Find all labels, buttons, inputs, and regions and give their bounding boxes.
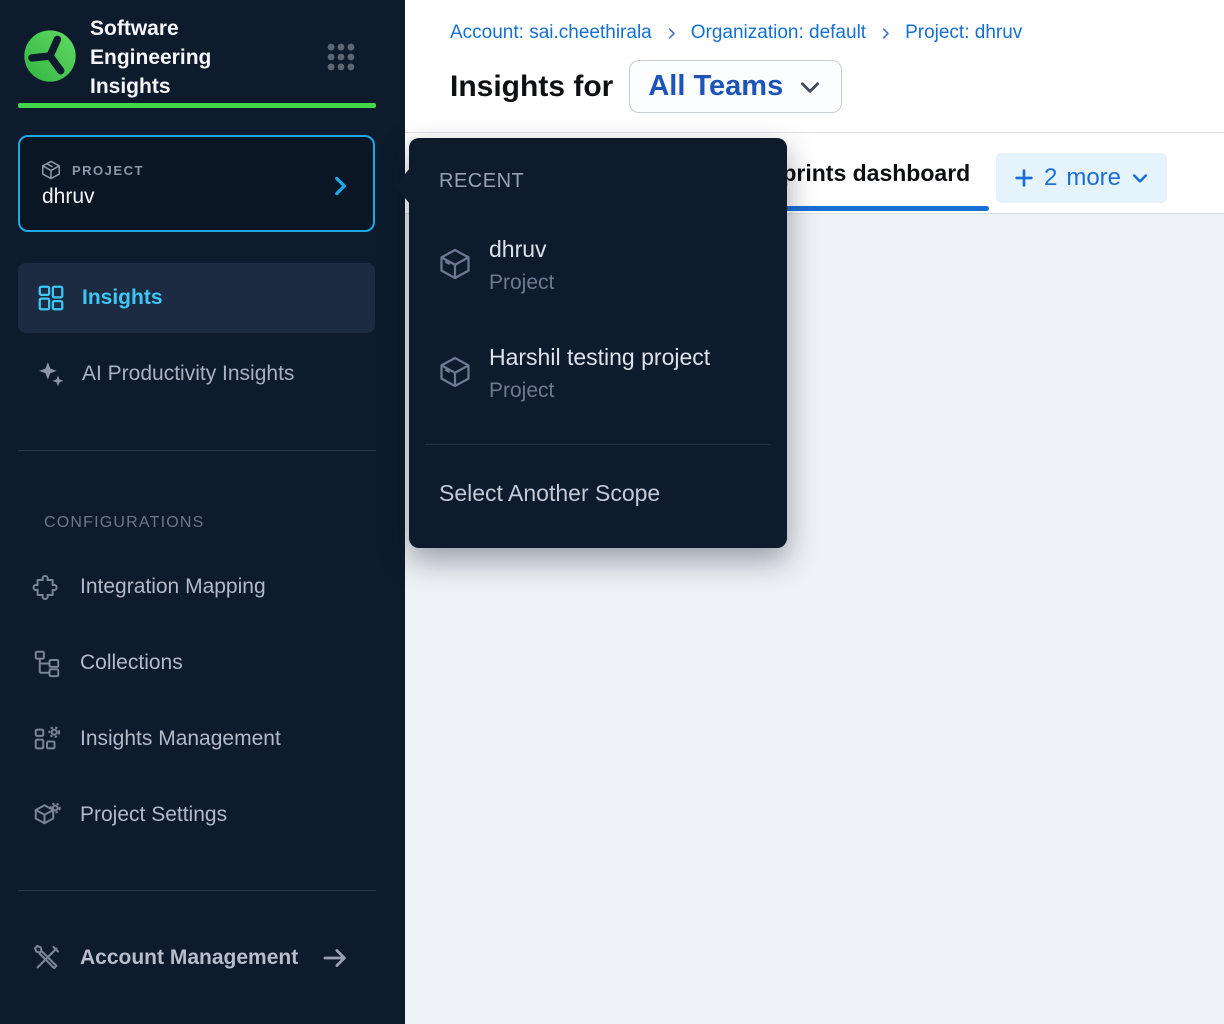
cube-gear-icon bbox=[32, 800, 62, 830]
popover-divider bbox=[425, 444, 771, 445]
sidebar-item-account-management[interactable]: Account Management bbox=[18, 936, 388, 980]
select-another-scope-link[interactable]: Select Another Scope bbox=[439, 480, 660, 507]
recent-item-text: Harshil testing project Project bbox=[489, 342, 710, 406]
sidebar-item-label: Collections bbox=[80, 651, 183, 675]
sidebar-item-project-settings[interactable]: Project Settings bbox=[18, 793, 375, 837]
puzzle-icon bbox=[32, 572, 62, 602]
sidebar-item-insights-management[interactable]: Insights Management bbox=[18, 717, 375, 761]
page-title: Insights for bbox=[450, 70, 613, 104]
plus-icon bbox=[1013, 167, 1035, 189]
configurations-section-header: CONFIGURATIONS bbox=[44, 514, 205, 532]
main-content: Account: sai.cheethirala Organization: d… bbox=[405, 0, 1224, 1024]
hierarchy-tree-icon bbox=[32, 648, 62, 678]
more-tabs-count: 2 bbox=[1044, 164, 1057, 192]
recent-item-dhruv[interactable]: dhruv Project bbox=[437, 234, 771, 298]
sidebar-item-label: Integration Mapping bbox=[80, 575, 266, 599]
breadcrumb-organization-link[interactable]: Organization: default bbox=[691, 22, 866, 44]
sidebar-item-insights[interactable]: Insights bbox=[18, 263, 375, 333]
sidebar: Software Engineering Insights PROJECT dh… bbox=[0, 0, 405, 1024]
sparkles-icon bbox=[36, 359, 66, 389]
more-tabs-dropdown[interactable]: 2 more bbox=[996, 153, 1167, 203]
project-scope-selector[interactable]: PROJECT dhruv bbox=[18, 135, 375, 232]
chevron-right-icon bbox=[664, 26, 679, 41]
recent-scope-popover: RECENT dhruv Project Harshil testing pro… bbox=[409, 138, 787, 548]
sidebar-item-label: Insights bbox=[82, 286, 163, 310]
sidebar-divider bbox=[18, 890, 376, 891]
project-selector-header: PROJECT bbox=[40, 159, 144, 181]
recent-item-type: Project bbox=[489, 376, 710, 406]
breadcrumb-project-link[interactable]: Project: dhruv bbox=[905, 22, 1022, 44]
sidebar-divider bbox=[18, 450, 376, 451]
project-cube-icon bbox=[437, 246, 473, 282]
breadcrumb-account-link[interactable]: Account: sai.cheethirala bbox=[450, 22, 652, 44]
recent-item-name: dhruv bbox=[489, 234, 554, 264]
active-tab-underline bbox=[755, 206, 989, 211]
sidebar-item-label: Project Settings bbox=[80, 803, 227, 827]
popover-title: RECENT bbox=[439, 170, 524, 193]
recent-item-harshil-testing-project[interactable]: Harshil testing project Project bbox=[437, 342, 771, 406]
team-selector-value: All Teams bbox=[648, 70, 783, 103]
team-selector-button[interactable]: All Teams bbox=[629, 60, 842, 113]
chevron-right-icon bbox=[878, 26, 893, 41]
breadcrumb: Account: sai.cheethirala Organization: d… bbox=[450, 22, 1022, 44]
brand-accent-line bbox=[18, 103, 376, 108]
chevron-down-icon bbox=[797, 74, 823, 100]
sidebar-item-label: Account Management bbox=[80, 946, 298, 970]
project-cube-icon bbox=[437, 354, 473, 390]
recent-item-name: Harshil testing project bbox=[489, 342, 710, 372]
recent-item-text: dhruv Project bbox=[489, 234, 554, 298]
sidebar-item-label: AI Productivity Insights bbox=[82, 362, 294, 386]
sidebar-item-collections[interactable]: Collections bbox=[18, 641, 375, 685]
recent-item-type: Project bbox=[489, 268, 554, 298]
sidebar-item-integration-mapping[interactable]: Integration Mapping bbox=[18, 565, 375, 609]
tab-sprints-dashboard[interactable]: Sprints dashboard bbox=[755, 133, 989, 213]
dashboard-gear-icon bbox=[32, 724, 62, 754]
sidebar-item-label: Insights Management bbox=[80, 727, 281, 751]
popover-arrow bbox=[395, 168, 410, 204]
app-switcher-grid-icon[interactable] bbox=[324, 40, 358, 74]
sidebar-item-ai-productivity-insights[interactable]: AI Productivity Insights bbox=[18, 346, 375, 402]
chevron-down-icon bbox=[1130, 168, 1150, 188]
project-selector-label: PROJECT bbox=[72, 163, 144, 178]
page-heading-row: Insights for All Teams bbox=[450, 60, 842, 113]
insights-dashboard-icon bbox=[36, 283, 66, 313]
tools-icon bbox=[32, 943, 62, 973]
arrow-right-icon bbox=[320, 943, 350, 973]
project-cube-icon bbox=[40, 159, 62, 181]
more-tabs-label: more bbox=[1066, 164, 1121, 192]
chevron-right-icon bbox=[327, 173, 353, 199]
tab-label: Sprints dashboard bbox=[767, 160, 970, 187]
project-selector-value: dhruv bbox=[42, 185, 95, 209]
app-logo-icon bbox=[22, 28, 78, 84]
app-title: Software Engineering Insights bbox=[90, 14, 290, 101]
